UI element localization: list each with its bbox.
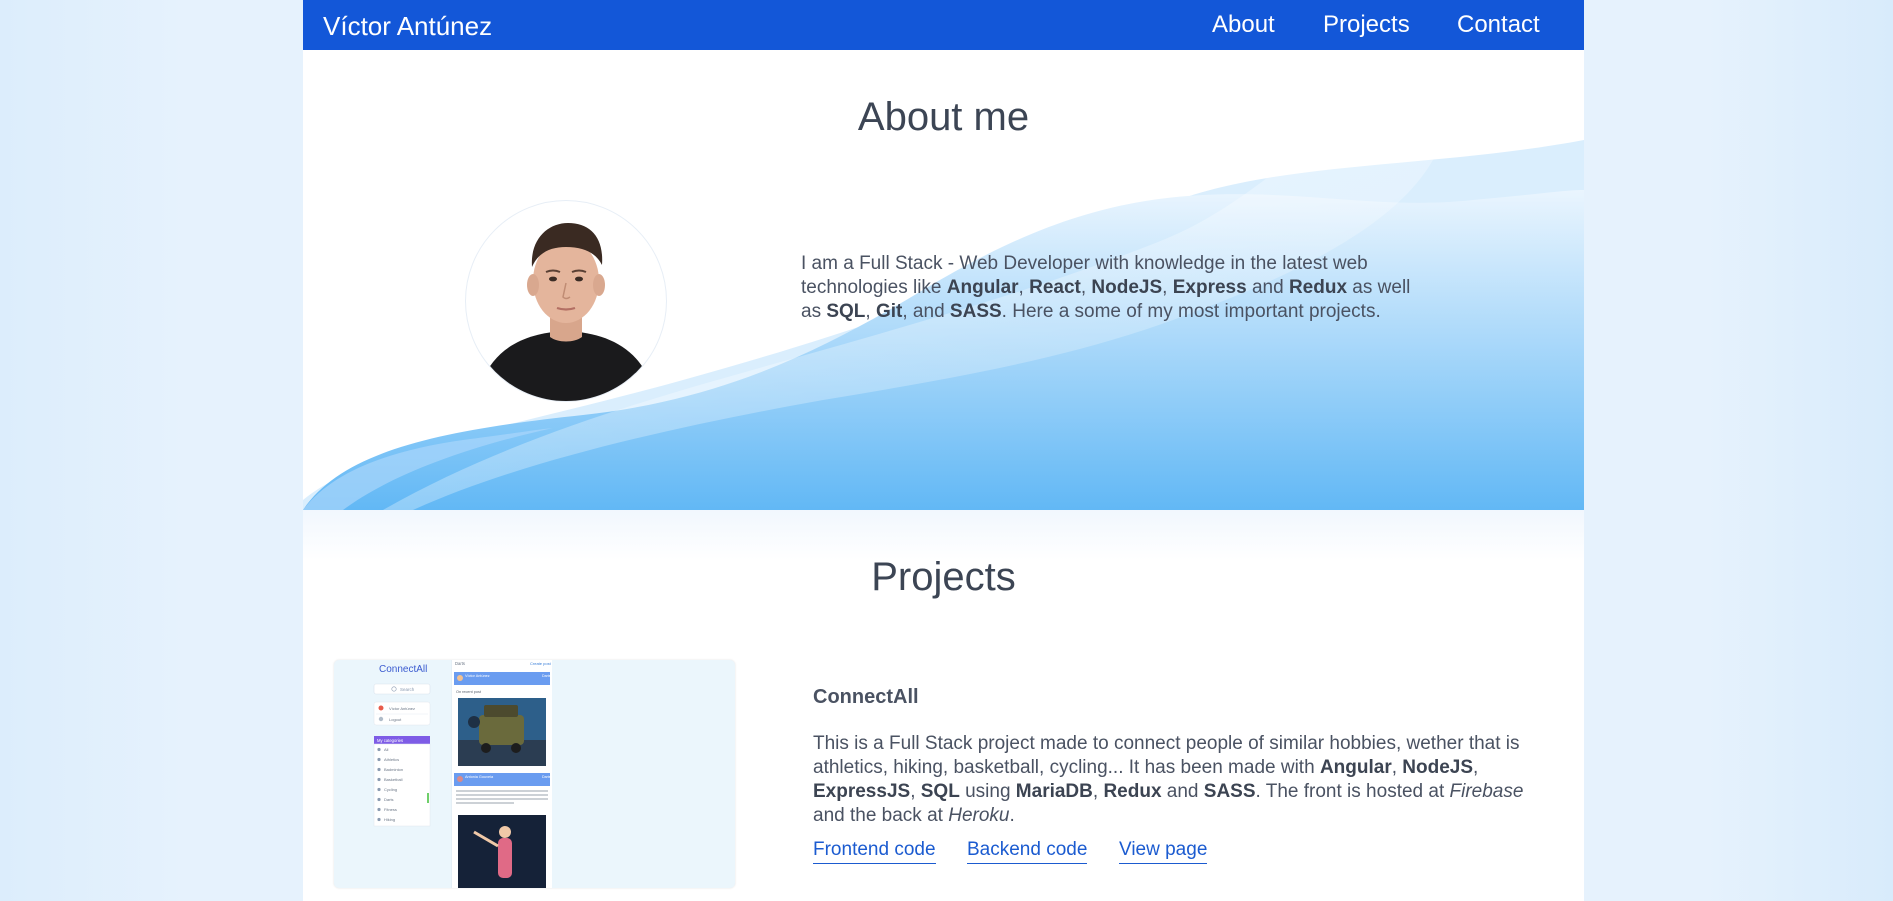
view-page-link[interactable]: View page — [1119, 839, 1208, 864]
bold-keyword: Redux — [1288, 277, 1348, 298]
bold-keyword: SASS — [949, 301, 1002, 322]
preview-post1-author: Víctor Antúnez — [465, 674, 490, 678]
text-run: , — [1018, 277, 1030, 298]
nav-link-projects[interactable]: Projects — [1323, 11, 1410, 39]
bold-keyword: Redux — [1103, 781, 1162, 802]
nav-link-contact[interactable]: Contact — [1457, 11, 1540, 39]
bold-keyword: SASS — [1203, 781, 1256, 802]
text-run: and — [1246, 277, 1289, 298]
text-run: . Here a some of my most important proje… — [1001, 301, 1381, 322]
preview-menu-logout: Logout — [389, 717, 402, 722]
text-run: , — [865, 301, 876, 322]
italic-keyword: Heroku — [948, 805, 1010, 826]
preview-category-item: Fitness — [384, 807, 397, 812]
preview-categories-header: My categories — [377, 738, 403, 743]
text-run: and — [1161, 781, 1204, 802]
preview-feed-header: Darts — [455, 661, 465, 666]
text-run: , — [1162, 277, 1173, 298]
preview-post2-author: Antonia Gouveia — [465, 775, 494, 779]
text-run: . The front is hosted at — [1255, 781, 1450, 802]
profile-photo — [465, 200, 667, 402]
bold-keyword: Angular — [946, 277, 1019, 298]
about-description: I am a Full Stack - Web Developer with k… — [801, 252, 1411, 324]
page: Víctor Antúnez About Projects Contact Ab… — [303, 0, 1584, 901]
preview-category-item: Hiking — [384, 817, 395, 822]
about-section: About me I am a Full Stack - Web Develop… — [303, 50, 1584, 510]
bold-keyword: SQL — [920, 781, 960, 802]
italic-keyword: Firebase — [1449, 781, 1524, 802]
preview-category-item: Basketball — [384, 777, 403, 782]
portrait-image — [476, 223, 656, 401]
bold-keyword: Angular — [1319, 757, 1392, 778]
preview-post2-tag: Darts — [542, 775, 551, 779]
bold-keyword: NodeJS — [1402, 757, 1474, 778]
preview-category-icon — [377, 807, 381, 812]
projects-title: Projects — [871, 555, 1016, 599]
project-title: ConnectAll — [813, 686, 919, 708]
project-description: This is a Full Stack project made to con… — [813, 732, 1543, 828]
preview-category-icon — [377, 747, 381, 752]
bold-keyword: MariaDB — [1015, 781, 1093, 802]
preview-category-item: Athletics — [384, 757, 399, 762]
text-run: and the back at — [813, 805, 949, 826]
project-screenshot: ConnectAll Search Víctor Antúnez Logout … — [334, 660, 735, 888]
bold-keyword: NodeJS — [1091, 277, 1163, 298]
brand-link[interactable]: Víctor Antúnez — [323, 11, 492, 42]
nav-link-about[interactable]: About — [1212, 11, 1275, 39]
text-run: , and — [902, 301, 950, 322]
preview-menu-user: Víctor Antúnez — [389, 706, 415, 711]
about-title: About me — [857, 95, 1030, 139]
text-run: . — [1009, 805, 1015, 826]
connectall-preview: ConnectAll Search Víctor Antúnez Logout … — [373, 660, 552, 888]
section-divider — [303, 510, 1584, 560]
backend-code-link[interactable]: Backend code — [967, 839, 1088, 864]
preview-category-icon — [377, 797, 381, 802]
preview-feed-action: Create post — [530, 661, 552, 666]
bold-keyword: React — [1029, 277, 1081, 298]
bold-keyword: Express — [1172, 277, 1247, 298]
preview-category-item: Cycling — [384, 787, 397, 792]
preview-app-title: ConnectAll — [379, 664, 427, 675]
text-run: using — [959, 781, 1016, 802]
bold-keyword: SQL — [826, 301, 866, 322]
preview-category-icon — [377, 817, 381, 822]
bold-keyword: Git — [875, 301, 903, 322]
frontend-code-link[interactable]: Frontend code — [813, 839, 936, 864]
bold-keyword: ExpressJS — [813, 781, 911, 802]
preview-category-icon — [377, 787, 381, 792]
text-run: , — [1473, 757, 1479, 778]
text-run: , — [1092, 781, 1104, 802]
preview-search-text: Search — [400, 687, 415, 692]
preview-category-icon — [377, 777, 381, 782]
preview-post1-tag: Darts — [542, 674, 551, 678]
text-run: , — [910, 781, 921, 802]
preview-category-item: Badminton — [384, 767, 403, 772]
text-run: , — [1080, 277, 1092, 298]
text-run: , — [1391, 757, 1403, 778]
preview-category-item: Darts — [384, 797, 394, 802]
preview-category-item: All — [384, 747, 389, 752]
preview-category-icon — [377, 757, 381, 762]
navbar: Víctor Antúnez About Projects Contact — [303, 0, 1584, 50]
preview-post1-text: On recent post — [456, 690, 482, 694]
preview-category-icon — [377, 767, 381, 772]
